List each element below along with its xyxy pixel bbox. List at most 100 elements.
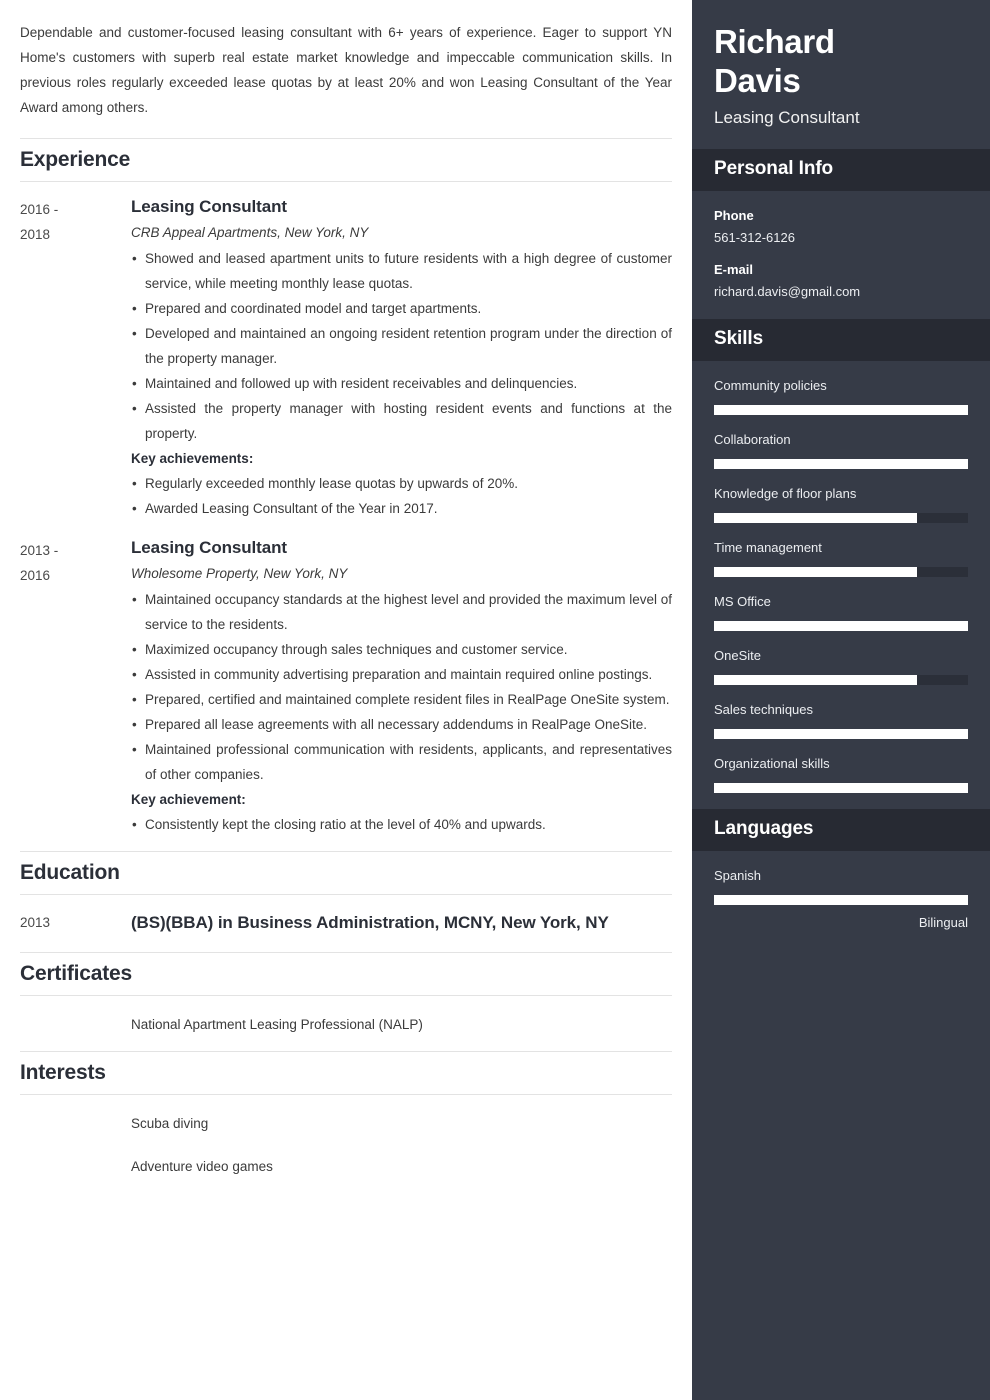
experience-achievement: Regularly exceeded monthly lease quotas … bbox=[131, 471, 672, 496]
experience-bullet-list: Maintained occupancy standards at the hi… bbox=[131, 587, 672, 787]
skill-level-track bbox=[714, 783, 968, 793]
key-achievement-label: Key achievement: bbox=[131, 792, 246, 807]
key-achievements-label: Key achievements: bbox=[131, 451, 254, 466]
skill-item: Organizational skills bbox=[714, 753, 968, 793]
skill-name: Organizational skills bbox=[714, 756, 830, 771]
resume-sidebar: Richard Davis Leasing Consultant Persona… bbox=[692, 0, 990, 1400]
experience-bullet: Maintained professional communication wi… bbox=[131, 737, 672, 787]
experience-bullet: Assisted in community advertising prepar… bbox=[131, 662, 672, 687]
language-item: Spanish Bilingual bbox=[714, 865, 968, 934]
candidate-name-line: Davis bbox=[714, 62, 801, 99]
skill-level-fill bbox=[714, 405, 968, 415]
interest-entries: Scuba diving Adventure video games bbox=[20, 1095, 672, 1179]
skill-level-track bbox=[714, 621, 968, 631]
sidebar-band-languages: Languages bbox=[692, 809, 990, 851]
sidebar-title-personal-info: Personal Info bbox=[714, 158, 834, 179]
sidebar-band-skills: Skills bbox=[692, 319, 990, 361]
professional-summary: Dependable and customer-focused leasing … bbox=[20, 25, 672, 115]
skill-level-track bbox=[714, 459, 968, 469]
experience-entry-date: 2016 - 2018 bbox=[20, 194, 131, 247]
email-value[interactable]: richard.davis@gmail.com bbox=[714, 281, 968, 303]
experience-job-title: Leasing Consultant bbox=[131, 197, 287, 216]
skill-level-track bbox=[714, 405, 968, 415]
skill-level-track bbox=[714, 729, 968, 739]
skill-name: Sales techniques bbox=[714, 702, 814, 717]
section-interests: Interests Scuba diving Adventure video g… bbox=[20, 1051, 672, 1179]
skill-level-fill bbox=[714, 729, 968, 739]
experience-entry-date-line: 2016 bbox=[20, 568, 51, 583]
experience-entry-date-line: 2016 - bbox=[20, 202, 59, 217]
skills-body: Community policies Collaboration Knowled… bbox=[692, 361, 990, 809]
skill-level-track bbox=[714, 567, 968, 577]
certificate-entries: National Apartment Leasing Professional … bbox=[20, 996, 672, 1037]
experience-bullet-list: Showed and leased apartment units to fut… bbox=[131, 246, 672, 446]
skill-name: Community policies bbox=[714, 378, 827, 393]
language-name: Spanish bbox=[714, 868, 761, 883]
interest-entry: Scuba diving bbox=[20, 1107, 672, 1136]
experience-entry-date-line: 2013 - bbox=[20, 543, 59, 558]
experience-entry: 2013 - 2016 Leasing Consultant Wholesome… bbox=[20, 535, 672, 837]
interest-entry-date bbox=[20, 1150, 131, 1153]
experience-entry-body: Leasing Consultant Wholesome Property, N… bbox=[131, 535, 672, 837]
education-entry-body: (BS)(BBA) in Business Administration, MC… bbox=[131, 907, 672, 938]
phone-label: Phone bbox=[714, 208, 754, 223]
experience-bullet: Prepared, certified and maintained compl… bbox=[131, 687, 672, 712]
skill-level-fill bbox=[714, 567, 918, 577]
resume-main-column: Dependable and customer-focused leasing … bbox=[0, 0, 692, 1400]
education-degree: (BS)(BBA) in Business Administration, MC… bbox=[131, 913, 609, 932]
language-level-track bbox=[714, 895, 968, 905]
skill-item: Sales techniques bbox=[714, 699, 968, 739]
skill-name: Collaboration bbox=[714, 432, 791, 447]
resume-page: Dependable and customer-focused leasing … bbox=[0, 0, 990, 1400]
section-certificates: Certificates National Apartment Leasing … bbox=[20, 952, 672, 1037]
sidebar-title-skills: Skills bbox=[714, 328, 764, 349]
interest-entry-date bbox=[20, 1107, 131, 1110]
skill-item: Community policies bbox=[714, 375, 968, 415]
skill-level-track bbox=[714, 675, 968, 685]
experience-achievement-list: Regularly exceeded monthly lease quotas … bbox=[131, 471, 672, 521]
experience-entries: 2016 - 2018 Leasing Consultant CRB Appea… bbox=[20, 182, 672, 837]
certificate-entry-body: National Apartment Leasing Professional … bbox=[131, 1008, 672, 1037]
experience-achievement: Consistently kept the closing ratio at t… bbox=[131, 812, 672, 837]
experience-company: CRB Appeal Apartments, New York, NY bbox=[131, 225, 369, 240]
experience-achievement-list: Consistently kept the closing ratio at t… bbox=[131, 812, 672, 837]
experience-bullet: Maintained occupancy standards at the hi… bbox=[131, 587, 672, 637]
experience-entry: 2016 - 2018 Leasing Consultant CRB Appea… bbox=[20, 194, 672, 521]
skill-level-fill bbox=[714, 783, 968, 793]
interest-name: Adventure video games bbox=[131, 1159, 273, 1174]
sidebar-band-personal-info: Personal Info bbox=[692, 149, 990, 191]
skill-item: Collaboration bbox=[714, 429, 968, 469]
section-experience: Experience 2016 - 2018 Leasing Consultan… bbox=[20, 138, 672, 837]
skill-level-fill bbox=[714, 459, 968, 469]
interest-entry-body: Adventure video games bbox=[131, 1150, 672, 1179]
skill-item: Time management bbox=[714, 537, 968, 577]
skill-name: MS Office bbox=[714, 594, 771, 609]
skill-level-track bbox=[714, 513, 968, 523]
experience-bullet: Maintained and followed up with resident… bbox=[131, 371, 672, 396]
interest-entry-body: Scuba diving bbox=[131, 1107, 672, 1136]
certificate-name: National Apartment Leasing Professional … bbox=[131, 1017, 423, 1032]
skill-name: Time management bbox=[714, 540, 822, 555]
experience-entry-body: Leasing Consultant CRB Appeal Apartments… bbox=[131, 194, 672, 521]
sidebar-title-languages: Languages bbox=[714, 818, 814, 839]
phone-value[interactable]: 561-312-6126 bbox=[714, 227, 968, 249]
candidate-role: Leasing Consultant bbox=[714, 108, 860, 127]
email-label: E-mail bbox=[714, 262, 754, 277]
interest-entry: Adventure video games bbox=[20, 1150, 672, 1179]
education-entries: 2013 (BS)(BBA) in Business Administratio… bbox=[20, 895, 672, 938]
certificate-entry-date bbox=[20, 1008, 131, 1011]
skill-level-fill bbox=[714, 675, 918, 685]
skill-item: MS Office bbox=[714, 591, 968, 631]
experience-bullet: Assisted the property manager with hosti… bbox=[131, 396, 672, 446]
candidate-name-line: Richard bbox=[714, 23, 835, 60]
sidebar-header: Richard Davis Leasing Consultant bbox=[692, 0, 990, 149]
languages-body: Spanish Bilingual bbox=[692, 851, 990, 950]
language-level-label: Bilingual bbox=[918, 915, 968, 930]
education-entry-date: 2013 bbox=[20, 915, 51, 930]
education-entry: 2013 (BS)(BBA) in Business Administratio… bbox=[20, 907, 672, 938]
skill-level-fill bbox=[714, 621, 968, 631]
interest-name: Scuba diving bbox=[131, 1116, 209, 1131]
language-level-fill bbox=[714, 895, 968, 905]
section-title-education: Education bbox=[20, 851, 672, 895]
certificate-entry: National Apartment Leasing Professional … bbox=[20, 1008, 672, 1037]
